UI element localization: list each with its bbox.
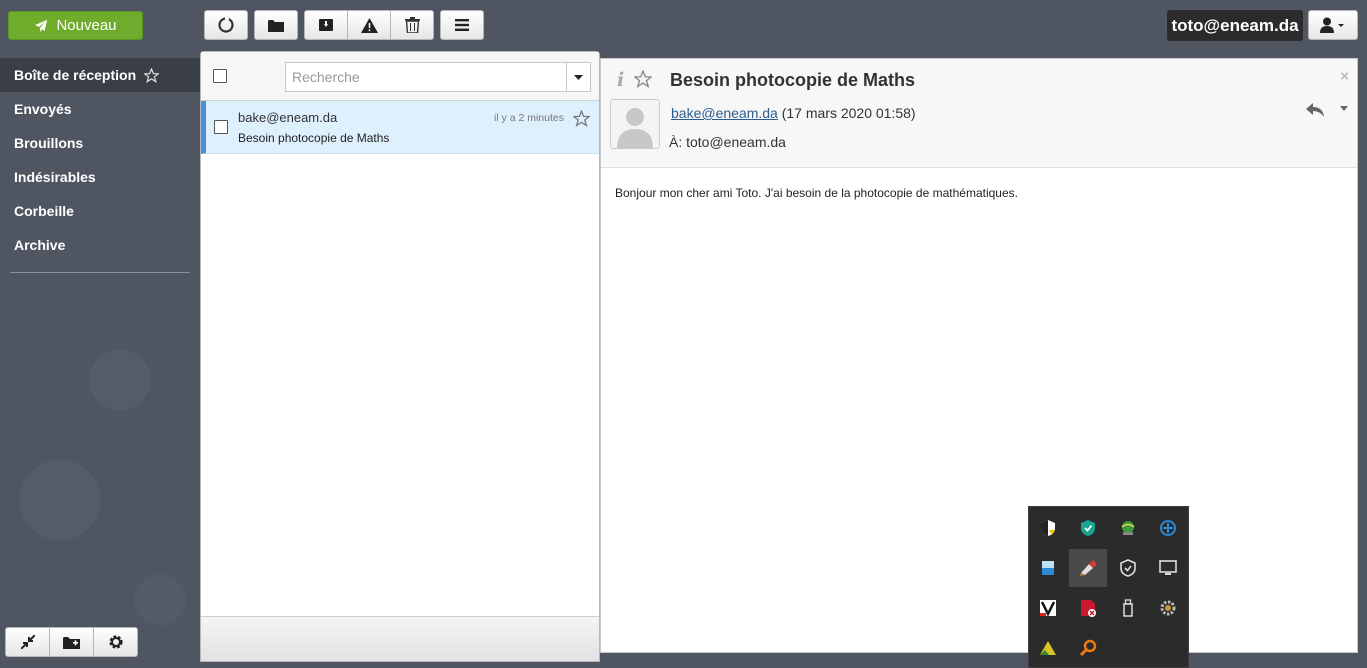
archive-button[interactable] [304, 10, 348, 40]
account-email: toto@eneam.da [1167, 10, 1303, 41]
folder-spam[interactable]: Indésirables [0, 160, 200, 194]
message-body: Bonjour mon cher ami Toto. J'ai besoin d… [615, 186, 1018, 200]
avatar [610, 99, 660, 149]
system-tray-popup [1028, 506, 1189, 668]
folder-label: Archive [14, 237, 66, 253]
info-icon[interactable]: i [617, 69, 624, 91]
search-box [285, 62, 591, 92]
folder-trash[interactable]: Corbeille [0, 194, 200, 228]
add-folder-button[interactable] [49, 627, 94, 657]
app-icon[interactable] [1029, 589, 1067, 627]
delete-button[interactable] [390, 10, 434, 40]
message-checkbox[interactable] [214, 120, 228, 134]
move-to-folder-button[interactable] [254, 10, 298, 40]
message-row[interactable]: bake@eneam.da Besoin photocopie de Maths… [201, 101, 599, 154]
message-list-panel: bake@eneam.da Besoin photocopie de Maths… [200, 51, 600, 662]
storage-icon[interactable] [1029, 549, 1067, 587]
spam-warning-icon [360, 17, 378, 33]
reply-icon[interactable] [1305, 101, 1325, 119]
close-button[interactable]: × [1340, 68, 1349, 85]
folder-label: Brouillons [14, 135, 84, 151]
mark-spam-button[interactable] [347, 10, 391, 40]
user-avatar-icon [611, 100, 659, 148]
menu-icon [455, 19, 469, 31]
message-title: Besoin photocopie de Maths [670, 70, 916, 90]
search-input[interactable] [286, 63, 566, 91]
defender-shield-icon[interactable] [1109, 549, 1147, 587]
message-date: il y a 2 minutes [493, 112, 564, 124]
settings-button[interactable] [93, 627, 138, 657]
chevron-down-icon[interactable] [1340, 106, 1348, 112]
refresh-button[interactable] [204, 10, 248, 40]
folder-sent[interactable]: Envoyés [0, 92, 200, 126]
compress-icon [20, 635, 35, 649]
refresh-icon [218, 16, 234, 33]
message-sender: bake@eneam.da [238, 110, 338, 125]
trash-icon [404, 17, 420, 33]
star-icon[interactable] [634, 70, 652, 88]
folder-label: Corbeille [14, 203, 74, 219]
collapse-button[interactable] [5, 627, 50, 657]
archive-icon [319, 19, 333, 31]
folder-move-icon [268, 19, 284, 32]
folder-drafts[interactable]: Brouillons [0, 126, 200, 160]
settings-gear-icon[interactable] [1149, 589, 1187, 627]
star-icon[interactable] [144, 67, 160, 83]
select-all-checkbox[interactable] [213, 69, 227, 83]
folder-add-icon [63, 636, 80, 649]
message-subject: Besoin photocopie de Maths [238, 131, 390, 145]
sidebar-divider [10, 272, 190, 273]
folder-archive[interactable]: Archive [0, 228, 200, 262]
sender-line: bake@eneam.da (17 mars 2020 01:58) [671, 105, 916, 121]
message-reader: i Besoin photocopie de Maths × bake@enea… [600, 58, 1358, 653]
message-list-footer [201, 616, 599, 661]
folder-label: Boîte de réception [14, 67, 137, 83]
folder-label: Indésirables [14, 169, 96, 185]
folder-inbox[interactable]: Boîte de réception [0, 58, 200, 92]
message-timestamp: (17 mars 2020 01:58) [781, 105, 916, 121]
star-icon[interactable] [573, 110, 590, 127]
sender-link[interactable]: bake@eneam.da [671, 105, 778, 121]
caret-down-icon [574, 74, 583, 80]
recipient-line: À: toto@eneam.da [669, 134, 786, 150]
gear-icon [108, 635, 123, 649]
folder-label: Envoyés [14, 101, 72, 117]
more-actions-button[interactable] [440, 10, 484, 40]
monitor-icon[interactable] [1149, 549, 1187, 587]
new-message-button[interactable]: Nouveau [8, 11, 143, 40]
vpn-icon[interactable] [1149, 509, 1187, 547]
account-menu-button[interactable] [1308, 10, 1358, 40]
user-icon [1320, 17, 1344, 33]
folder-sidebar: Boîte de réception Envoyés Brouillons In… [0, 58, 200, 262]
security-shield-icon[interactable] [1029, 509, 1067, 547]
warning-app-icon[interactable] [1029, 629, 1067, 667]
new-message-label: Nouveau [56, 17, 117, 34]
pdf-reader-icon[interactable] [1069, 589, 1107, 627]
send-icon [35, 19, 48, 32]
cleaner-icon[interactable] [1069, 549, 1107, 587]
usb-drive-icon[interactable] [1109, 589, 1147, 627]
antivirus-icon[interactable] [1069, 509, 1107, 547]
network-globe-icon[interactable] [1109, 509, 1147, 547]
search-tool-icon[interactable] [1069, 629, 1107, 667]
search-options-button[interactable] [566, 63, 590, 91]
